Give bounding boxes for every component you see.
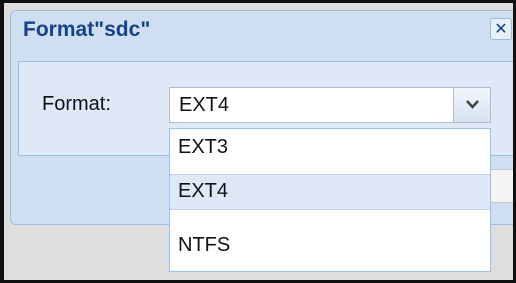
chevron-down-icon [466, 100, 479, 109]
format-combobox[interactable]: EXT4 [169, 87, 491, 123]
close-button[interactable]: ✕ [490, 18, 512, 40]
format-combobox-value: EXT4 [179, 94, 230, 116]
option-ext3[interactable]: EXT3 [170, 129, 490, 165]
dialog-title: Format"sdc" [23, 18, 151, 41]
option-ext4[interactable]: EXT4 [170, 174, 490, 210]
footer-button-partial[interactable] [490, 169, 513, 203]
combobox-trigger[interactable] [453, 88, 490, 122]
screenshot-frame: Format"sdc" ✕ Format: EXT4 EXT3 EXT4 NTF… [0, 0, 516, 283]
option-ntfs[interactable]: NTFS [170, 227, 490, 263]
format-label: Format: [42, 93, 111, 115]
format-options-list: EXT3 EXT4 NTFS [169, 128, 491, 272]
close-icon: ✕ [494, 19, 508, 38]
